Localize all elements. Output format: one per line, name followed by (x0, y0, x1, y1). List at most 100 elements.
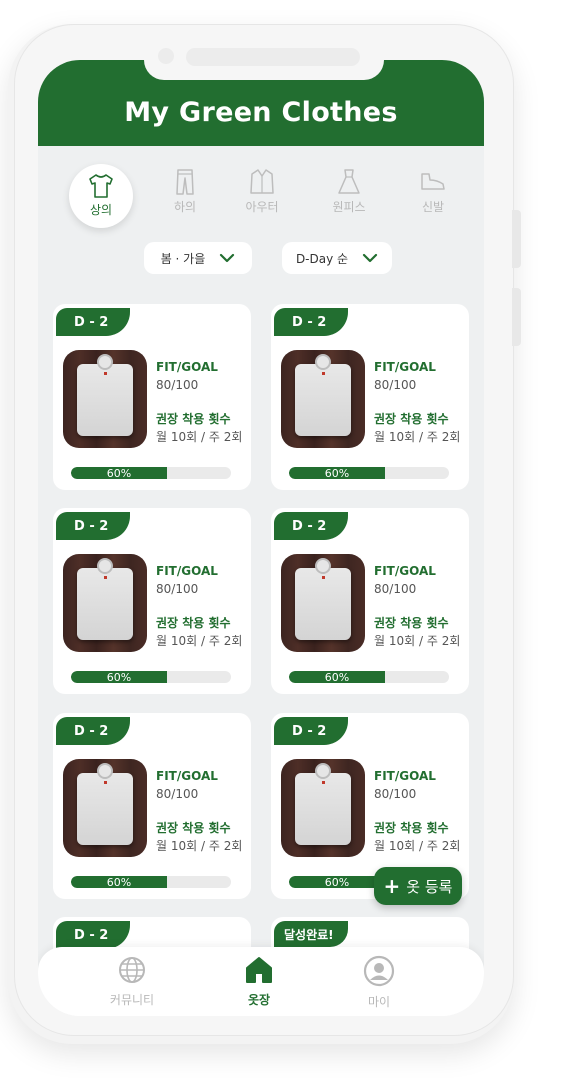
dday-badge: D - 2 (56, 512, 131, 540)
tab-community[interactable]: 커뮤니티 (92, 953, 172, 1008)
clothes-image (63, 759, 147, 857)
fit-goal-value: 80/100 (374, 787, 417, 801)
tshirt-icon (89, 174, 113, 198)
sort-dropdown[interactable]: D-Day 순 (282, 242, 392, 274)
add-clothes-label: 옷 등록 (406, 877, 453, 896)
dday-badge: D - 2 (274, 512, 349, 540)
clothes-image (281, 350, 365, 448)
recommended-wear-label: 권장 착용 횟수 (374, 412, 449, 426)
add-clothes-button[interactable]: + 옷 등록 (374, 867, 462, 905)
progress-label: 60% (106, 876, 132, 888)
jacket-icon (250, 169, 274, 194)
dday-badge: D - 2 (274, 308, 349, 336)
tab-label: 마이 (367, 995, 391, 1009)
app-title: My Green Clothes (124, 97, 398, 128)
completed-badge: 달성완료! (274, 921, 348, 947)
progress-label: 60% (324, 467, 350, 479)
dress-icon (338, 169, 360, 194)
season-filter-dropdown[interactable]: 봄 · 가을 (144, 242, 252, 274)
phone-side-button (512, 210, 521, 268)
card-info: FIT/GOAL 80/100 권장 착용 횟수 월 10회 / 주 2회 (374, 767, 460, 855)
recommended-wear-value: 월 10회 / 주 2회 (156, 430, 243, 444)
dday-badge: D - 2 (56, 921, 131, 949)
card-info: FIT/GOAL 80/100 권장 착용 횟수 월 10회 / 주 2회 (156, 562, 242, 650)
category-tabs: 상의 하의 아우터 원피스 신발 (38, 164, 484, 234)
sort-value: D-Day 순 (295, 251, 349, 266)
recommended-wear-label: 권장 착용 횟수 (374, 616, 449, 630)
clothes-card[interactable]: D - 2 FIT/GOAL 80/100 권장 착용 횟수 월 10회 / 주… (53, 508, 251, 694)
recommended-wear-value: 월 10회 / 주 2회 (156, 839, 243, 853)
recommended-wear-label: 권장 착용 횟수 (156, 616, 231, 630)
tab-closet[interactable]: 옷장 (219, 953, 299, 1008)
recommended-wear-label: 권장 착용 횟수 (156, 821, 231, 835)
progress-bar: 60% (289, 467, 449, 479)
fit-goal-label: FIT/GOAL (374, 564, 436, 578)
category-label: 원피스 (332, 200, 366, 214)
pants-icon (176, 169, 194, 195)
progress-label: 60% (106, 467, 132, 479)
progress-label: 60% (324, 671, 350, 683)
progress-label: 60% (106, 671, 132, 683)
category-tab-dress[interactable]: 원피스 (317, 164, 381, 228)
progress-bar: 60% (289, 671, 449, 683)
fit-goal-value: 80/100 (374, 378, 417, 392)
home-icon (246, 957, 272, 983)
tab-label: 커뮤니티 (109, 993, 155, 1007)
recommended-wear-value: 월 10회 / 주 2회 (374, 430, 461, 444)
category-label: 하의 (173, 200, 197, 214)
profile-icon (363, 955, 395, 987)
shoe-icon (421, 173, 445, 190)
recommended-wear-value: 월 10회 / 주 2회 (374, 634, 461, 648)
fit-goal-label: FIT/GOAL (374, 769, 436, 783)
tab-my[interactable]: 마이 (339, 953, 419, 1010)
fit-goal-value: 80/100 (156, 787, 199, 801)
fit-goal-value: 80/100 (156, 378, 199, 392)
app-screen: My Green Clothes 상의 하의 아우터 원피스 신발 봄 · 가을… (38, 60, 484, 1016)
dday-badge: D - 2 (56, 308, 131, 336)
fit-goal-label: FIT/GOAL (374, 360, 436, 374)
clothes-image (281, 759, 365, 857)
phone-speaker (186, 48, 360, 66)
dday-badge: D - 2 (274, 717, 349, 745)
dday-badge: D - 2 (56, 717, 131, 745)
card-info: FIT/GOAL 80/100 권장 착용 횟수 월 10회 / 주 2회 (374, 358, 460, 446)
clothes-card[interactable]: D - 2 FIT/GOAL 80/100 권장 착용 횟수 월 10회 / 주… (271, 304, 469, 490)
card-info: FIT/GOAL 80/100 권장 착용 횟수 월 10회 / 주 2회 (156, 767, 242, 855)
category-tab-shoes[interactable]: 신발 (401, 164, 465, 228)
phone-side-button (512, 288, 521, 346)
card-info: FIT/GOAL 80/100 권장 착용 횟수 월 10회 / 주 2회 (374, 562, 460, 650)
category-label: 아우터 (245, 200, 279, 214)
chevron-down-icon (362, 253, 378, 263)
fit-goal-value: 80/100 (156, 582, 199, 596)
clothes-image (281, 554, 365, 652)
fit-goal-value: 80/100 (374, 582, 417, 596)
progress-label: 60% (324, 876, 350, 888)
clothes-card[interactable]: D - 2 FIT/GOAL 80/100 권장 착용 횟수 월 10회 / 주… (53, 713, 251, 899)
clothes-image (63, 554, 147, 652)
category-tab-bottoms[interactable]: 하의 (153, 164, 217, 228)
category-label: 상의 (89, 203, 113, 217)
chevron-down-icon (220, 253, 235, 263)
front-camera (158, 48, 174, 64)
category-tab-tops[interactable]: 상의 (69, 164, 133, 228)
recommended-wear-value: 월 10회 / 주 2회 (156, 634, 243, 648)
progress-bar: 60% (71, 671, 231, 683)
globe-icon (119, 957, 145, 983)
tab-label: 옷장 (247, 993, 271, 1007)
progress-bar: 60% (71, 876, 231, 888)
fit-goal-label: FIT/GOAL (156, 564, 218, 578)
season-filter-value: 봄 · 가을 (160, 251, 206, 266)
recommended-wear-label: 권장 착용 횟수 (156, 412, 231, 426)
recommended-wear-value: 월 10회 / 주 2회 (374, 839, 461, 853)
clothes-image (63, 350, 147, 448)
bottom-tab-bar: 커뮤니티 옷장 마이 (38, 947, 484, 1016)
category-tab-outer[interactable]: 아우터 (230, 164, 294, 228)
clothes-card[interactable]: D - 2 FIT/GOAL 80/100 권장 착용 횟수 월 10회 / 주… (53, 304, 251, 490)
fit-goal-label: FIT/GOAL (156, 769, 218, 783)
recommended-wear-label: 권장 착용 횟수 (374, 821, 449, 835)
plus-icon: + (383, 874, 401, 898)
clothes-card[interactable]: D - 2 FIT/GOAL 80/100 권장 착용 횟수 월 10회 / 주… (271, 508, 469, 694)
progress-bar: 60% (71, 467, 231, 479)
card-info: FIT/GOAL 80/100 권장 착용 횟수 월 10회 / 주 2회 (156, 358, 242, 446)
category-label: 신발 (421, 200, 445, 214)
